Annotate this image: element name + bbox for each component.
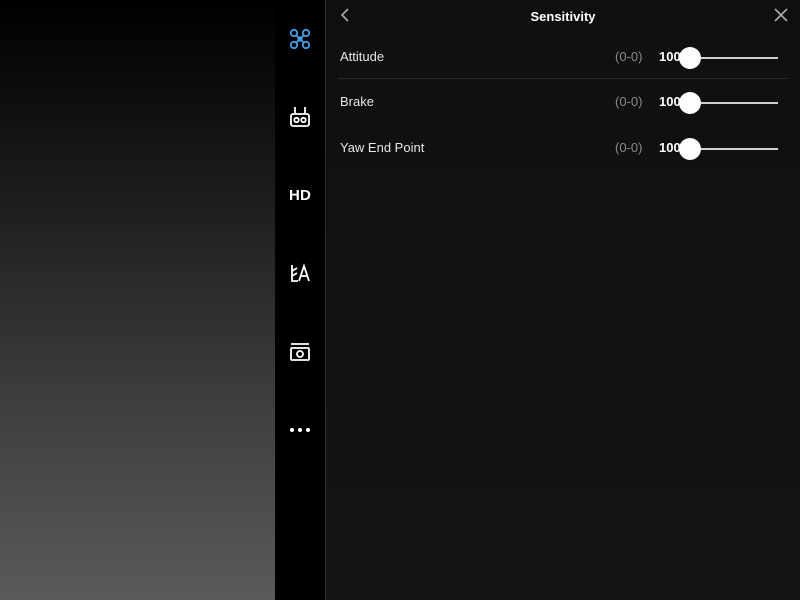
sidebar-item-remote-controller[interactable] [275, 97, 325, 137]
row-range: (0-0) [615, 49, 643, 64]
yaw-end-point-slider[interactable] [679, 138, 778, 160]
setting-row-brake: Brake (0-0) 100 [338, 80, 800, 124]
camera-view-background [0, 0, 275, 600]
remote-controller-icon [289, 105, 311, 129]
row-value: 100 [659, 49, 681, 64]
page-title: Sensitivity [530, 9, 596, 24]
camera-icon [289, 341, 311, 363]
sidebar-item-vision[interactable] [275, 253, 325, 293]
sidebar-item-more[interactable] [275, 410, 325, 450]
row-label: Yaw End Point [340, 140, 425, 155]
setting-row-yaw-end-point: Yaw End Point (0-0) 100 [338, 126, 800, 170]
setting-row-attitude: Attitude (0-0) 100 [338, 35, 800, 79]
slider-thumb[interactable] [679, 92, 701, 114]
sidebar-item-aircraft[interactable] [275, 19, 325, 59]
brake-slider[interactable] [679, 92, 778, 114]
row-value: 100 [659, 140, 681, 155]
slider-thumb[interactable] [679, 47, 701, 69]
sensitivity-panel: Sensitivity Attitude (0-0) 100 Brake (0-… [326, 0, 800, 600]
vision-icon [289, 262, 311, 284]
row-label: Brake [340, 94, 374, 109]
row-divider [338, 78, 788, 79]
attitude-slider[interactable] [679, 47, 778, 69]
more-icon [289, 427, 311, 433]
hd-label: HD [288, 186, 312, 204]
row-range: (0-0) [615, 94, 643, 109]
row-value: 100 [659, 94, 681, 109]
row-range: (0-0) [615, 140, 643, 155]
row-label: Attitude [340, 49, 385, 64]
slider-thumb[interactable] [679, 138, 701, 160]
close-button[interactable] [770, 6, 792, 28]
close-icon [773, 7, 789, 28]
sidebar-item-camera[interactable] [275, 332, 325, 372]
sidebar-item-hd[interactable]: HD [275, 175, 325, 215]
settings-sidebar: HD [275, 0, 326, 600]
drone-icon [289, 28, 311, 50]
panel-header: Sensitivity [326, 0, 800, 34]
